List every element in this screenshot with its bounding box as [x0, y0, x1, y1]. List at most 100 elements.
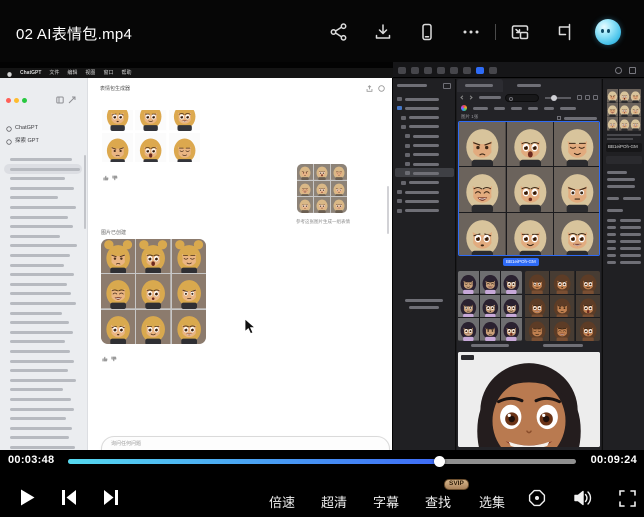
- folder-icon: [397, 190, 402, 194]
- back-icon: [460, 95, 464, 99]
- download-icon[interactable]: [361, 18, 405, 46]
- cast-icon[interactable]: [542, 18, 586, 46]
- current-time: 00:03:48: [8, 454, 54, 466]
- settings-button[interactable]: [528, 489, 546, 507]
- inspector-thumbnail-cells: [607, 89, 641, 131]
- episodes-button[interactable]: 选集: [468, 492, 516, 511]
- thumbs-up-icon: [102, 349, 108, 367]
- volume-button[interactable]: [573, 489, 593, 507]
- face-cell: [576, 271, 600, 294]
- chatgpt-window: ChatGPT探索 GPT 表情包生成器 图片已创建 参考这张图片生成一组表情 …: [0, 78, 392, 450]
- filter-label[interactable]: [544, 107, 554, 110]
- inspector-field: [607, 185, 635, 188]
- sidebar-scrollbar: [84, 155, 86, 229]
- play-button[interactable]: [19, 488, 36, 507]
- view-toggle-icon: [585, 95, 590, 100]
- inspector-row-value: [620, 240, 641, 243]
- asset-tree-row: [413, 144, 439, 147]
- toolbar-tool-icon: [411, 67, 419, 74]
- chat-history-item: [10, 177, 65, 180]
- next-button[interactable]: [103, 490, 119, 505]
- chat-history-item: [10, 206, 76, 209]
- player-top-bar: 02 AI表情包.mp4: [0, 0, 644, 62]
- progress-bar[interactable]: [68, 459, 576, 464]
- folder-icon: [405, 162, 410, 166]
- toolbar-divider: [495, 24, 496, 40]
- face-cell: [136, 310, 170, 344]
- subtitle-button[interactable]: 字幕: [362, 492, 410, 511]
- inspector-file-name[interactable]: BB1eiPOh-GM: [606, 143, 642, 152]
- chat-history-item: [10, 331, 73, 334]
- tree-header-menu-icon: [443, 83, 451, 89]
- face-cell: [458, 295, 479, 318]
- face-cell: [297, 164, 313, 180]
- asset-toolbar: [393, 62, 644, 78]
- thumbs-down-icon: [112, 168, 118, 186]
- thumbnail-brown: [525, 271, 600, 341]
- path-label: [479, 96, 501, 99]
- inspector-line: [607, 134, 641, 136]
- mouse-cursor: [244, 318, 256, 335]
- top-toolbar: [317, 18, 630, 46]
- browser-tab-label: [465, 84, 493, 87]
- face-cell: [525, 271, 549, 294]
- progress-thumb[interactable]: [434, 456, 445, 467]
- search-input[interactable]: [505, 94, 539, 102]
- menu-item: 文件: [49, 71, 59, 76]
- more-icon[interactable]: [449, 18, 493, 46]
- face-cell: [331, 181, 347, 197]
- folder-icon: [397, 199, 402, 203]
- pip-icon[interactable]: [498, 18, 542, 46]
- asset-tree-panel: [393, 79, 456, 450]
- quality-button[interactable]: 超清: [310, 492, 358, 511]
- portrait-image: [458, 352, 600, 447]
- speed-button[interactable]: 倍速: [258, 492, 306, 511]
- macos-menu-bar: ChatGPT文件编辑视图窗口帮助: [0, 68, 393, 78]
- selected-image-card-cells: [459, 122, 600, 256]
- face-cell: [459, 122, 506, 166]
- face-cell: [169, 133, 200, 162]
- inspector-row-label: [607, 261, 616, 264]
- inspector-row-value: [620, 247, 641, 250]
- face-cell: [501, 295, 522, 318]
- chat-history-item: [10, 408, 74, 411]
- filter-label[interactable]: [560, 107, 576, 110]
- face-cell: [172, 310, 206, 344]
- phone-icon[interactable]: [405, 18, 449, 46]
- zoom-slider[interactable]: [545, 97, 571, 99]
- folder-filter-checkbox[interactable]: [557, 116, 561, 120]
- inspector-thumbnail: [607, 89, 641, 131]
- assistant-bubble[interactable]: [586, 18, 630, 46]
- thumbnail-caption: [471, 344, 509, 347]
- inspector-note-field[interactable]: [606, 156, 642, 164]
- chat-main: 表情包生成器 图片已创建 参考这张图片生成一组表情 询问任何问题 +: [89, 78, 392, 450]
- folder-icon: [401, 116, 406, 120]
- toolbar-tool-icon: [437, 67, 445, 74]
- color-filter-icon[interactable]: [461, 105, 467, 111]
- browser-tab-inactive[interactable]: [517, 84, 541, 87]
- face-cell: [172, 274, 206, 308]
- image-created-label: 图片已创建: [101, 230, 126, 236]
- face-cell: [136, 274, 170, 308]
- menu-item: 编辑: [67, 71, 77, 76]
- fullscreen-button[interactable]: [619, 490, 636, 507]
- filter-label[interactable]: [473, 107, 488, 110]
- find-button[interactable]: 查找: [414, 492, 462, 511]
- inspector-row-value: [620, 219, 641, 222]
- inspector-row-label: [607, 226, 616, 229]
- folder-icon: [405, 144, 410, 148]
- inspector-row-label: [607, 254, 616, 257]
- share-icon[interactable]: [317, 18, 361, 46]
- chat-history-item: [10, 302, 76, 305]
- asset-browser: 图片 1张BB1eiPOh-GM: [457, 79, 601, 450]
- video-content[interactable]: ChatGPT文件编辑视图窗口帮助 ChatGPT探索 GPT 表情包生成器 图…: [0, 62, 644, 450]
- prev-button[interactable]: [61, 490, 77, 505]
- face-cell: [102, 133, 133, 162]
- toolbar-active-tool: [476, 67, 484, 74]
- zoom-slider-handle[interactable]: [551, 95, 557, 101]
- filter-label[interactable]: [511, 107, 522, 110]
- face-cell: [607, 103, 618, 117]
- face-cell: [554, 167, 600, 211]
- filter-label[interactable]: [528, 107, 538, 110]
- filter-label[interactable]: [494, 107, 505, 110]
